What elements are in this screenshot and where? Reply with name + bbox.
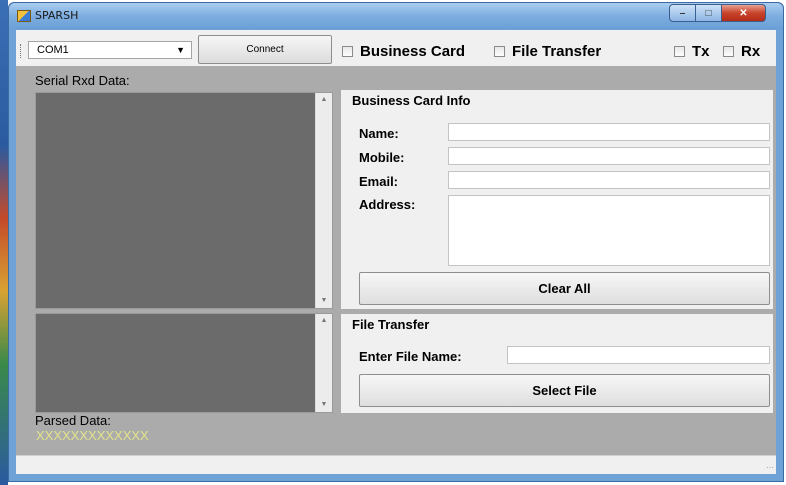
select-file-button[interactable]: Select File: [359, 374, 770, 407]
close-button[interactable]: ✕: [721, 4, 766, 22]
minimize-icon: –: [679, 7, 686, 19]
address-field[interactable]: [448, 195, 770, 266]
name-field[interactable]: [448, 123, 770, 141]
address-label: Address:: [359, 197, 416, 212]
parsed-data-value: XXXXXXXXXXXXX: [36, 428, 149, 443]
business-card-checkbox-box[interactable]: [342, 46, 353, 57]
scroll-up-icon[interactable]: ▲: [316, 314, 332, 328]
business-card-checkbox[interactable]: Business Card: [342, 43, 465, 60]
connect-button[interactable]: Connect: [198, 35, 332, 64]
secondary-scrollbar[interactable]: ▲ ▼: [315, 314, 332, 412]
tx-checkbox-box[interactable]: [674, 46, 685, 57]
file-transfer-title: File Transfer: [352, 317, 430, 332]
status-bar: ⋯: [16, 455, 776, 474]
close-icon: ✕: [739, 7, 748, 19]
file-transfer-checkbox[interactable]: File Transfer: [494, 43, 601, 60]
chevron-down-icon[interactable]: ▼: [176, 42, 185, 58]
mobile-field[interactable]: [448, 147, 770, 165]
file-transfer-checkbox-label: File Transfer: [512, 43, 602, 60]
maximize-button[interactable]: □: [695, 4, 722, 22]
maximize-icon: □: [705, 7, 712, 19]
file-name-field[interactable]: [507, 346, 770, 364]
toolbar-grip[interactable]: [20, 44, 23, 58]
file-transfer-panel: File Transfer Enter File Name: Select Fi…: [341, 314, 773, 413]
tx-checkbox-label: Tx: [692, 43, 710, 60]
rx-checkbox-box[interactable]: [723, 46, 734, 57]
window-title: SPARSH: [35, 9, 79, 22]
parsed-data-label: Parsed Data:: [35, 413, 111, 428]
scroll-down-icon[interactable]: ▼: [316, 294, 332, 308]
com-port-select[interactable]: COM1 ▼: [28, 41, 192, 59]
desktop-background: [0, 0, 8, 485]
rx-checkbox-label: Rx: [741, 43, 761, 60]
scroll-down-icon[interactable]: ▼: [316, 398, 332, 412]
minimize-button[interactable]: –: [669, 4, 696, 22]
toolbar: COM1 ▼ Connect Business Card File Transf…: [16, 30, 776, 66]
serial-rxd-textarea[interactable]: ▲ ▼: [35, 92, 333, 309]
title-bar[interactable]: SPARSH – □ ✕: [9, 3, 783, 29]
app-icon: [17, 10, 31, 22]
clear-all-button[interactable]: Clear All: [359, 272, 770, 305]
name-label: Name:: [359, 126, 399, 141]
client-area: COM1 ▼ Connect Business Card File Transf…: [16, 30, 776, 474]
scroll-up-icon[interactable]: ▲: [316, 93, 332, 107]
email-field[interactable]: [448, 171, 770, 189]
file-transfer-checkbox-box[interactable]: [494, 46, 505, 57]
business-card-title: Business Card Info: [352, 93, 471, 108]
email-label: Email:: [359, 174, 399, 189]
resize-grip-icon[interactable]: ⋯: [766, 463, 774, 472]
serial-rxd-scrollbar[interactable]: ▲ ▼: [315, 93, 332, 308]
rx-checkbox[interactable]: Rx: [723, 43, 760, 60]
serial-rxd-label: Serial Rxd Data:: [35, 73, 130, 88]
com-port-value: COM1: [37, 44, 69, 56]
secondary-textarea[interactable]: ▲ ▼: [35, 313, 333, 413]
app-window: SPARSH – □ ✕ COM1 ▼ Connect Business Car…: [8, 2, 784, 482]
mobile-label: Mobile:: [359, 150, 405, 165]
business-card-panel: Business Card Info Name: Mobile: Email: …: [341, 90, 773, 309]
business-card-checkbox-label: Business Card: [360, 43, 466, 60]
file-name-label: Enter File Name:: [359, 349, 462, 364]
tx-checkbox[interactable]: Tx: [674, 43, 710, 60]
